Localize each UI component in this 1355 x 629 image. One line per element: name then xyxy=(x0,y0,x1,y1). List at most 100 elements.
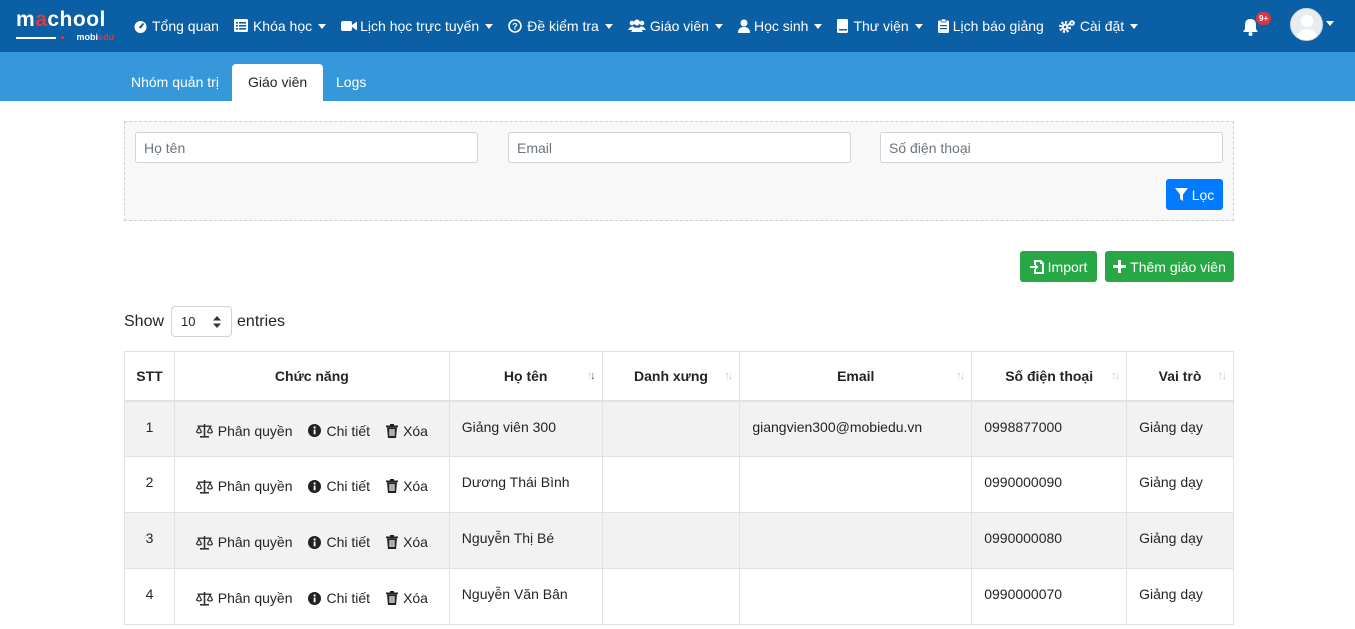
name-filter-input[interactable] xyxy=(135,132,478,163)
filter-button-label: Lọc xyxy=(1191,186,1215,203)
table-row: 2 Phân quyền Chi tiết Xóa Dương Thái Bìn… xyxy=(124,456,1234,513)
permission-label: Phân quyền xyxy=(217,590,293,606)
column-header-so-dien-thoai[interactable]: Số điện thoại ↑↓ xyxy=(971,351,1128,402)
cell-actions: Phân quyền Chi tiết Xóa xyxy=(173,400,450,457)
cell-stt: 3 xyxy=(124,512,175,569)
nav-item-thu-vien[interactable]: Thư viện xyxy=(837,18,923,34)
entries-select[interactable]: 10 xyxy=(171,306,233,337)
permission-button[interactable]: Phân quyền xyxy=(195,534,293,550)
delete-label: Xóa xyxy=(403,534,428,550)
detail-button[interactable]: Chi tiết xyxy=(308,478,370,494)
cell-title xyxy=(601,456,741,513)
column-header-vai-tro[interactable]: Vai trò ↑↓ xyxy=(1126,351,1234,402)
delete-button[interactable]: Xóa xyxy=(386,534,428,550)
cell-role: Giảng dạy xyxy=(1126,400,1234,457)
nav-item-tong-quan[interactable]: Tổng quan xyxy=(133,18,219,34)
add-teacher-button[interactable]: Thêm giáo viên xyxy=(1105,251,1234,282)
delete-button[interactable]: Xóa xyxy=(386,423,428,439)
logo[interactable]: machool mobiedu xyxy=(16,9,114,43)
cell-name: Dương Thái Bình xyxy=(448,456,603,513)
question-circle-icon: ? xyxy=(508,19,523,33)
delete-label: Xóa xyxy=(403,478,428,494)
info-circle-icon xyxy=(308,591,322,605)
table-header-row: STT Chức năng Họ tên ↑↓ Danh xưng ↑↓ Email… xyxy=(124,351,1234,402)
nav-label: Đề kiểm tra xyxy=(527,18,599,34)
cell-stt: 4 xyxy=(124,568,175,625)
cell-email xyxy=(739,456,973,513)
permission-button[interactable]: Phân quyền xyxy=(195,478,293,494)
list-icon xyxy=(233,19,249,33)
permission-button[interactable]: Phân quyền xyxy=(195,590,293,606)
clipboard-icon xyxy=(937,18,949,33)
balance-scale-icon xyxy=(195,535,213,550)
chevron-down-icon xyxy=(485,23,494,29)
nav-item-cai-dat[interactable]: Cài đặt xyxy=(1058,18,1139,34)
svg-text:?: ? xyxy=(512,22,518,32)
nav-item-lich-bao-giang[interactable]: Lịch báo giảng xyxy=(937,18,1044,34)
cell-role: Giảng dạy xyxy=(1126,568,1234,625)
permission-label: Phân quyền xyxy=(217,422,293,439)
chevron-down-icon xyxy=(604,23,613,29)
nav-item-hoc-sinh[interactable]: Học sinh xyxy=(737,18,823,34)
plus-icon xyxy=(1113,260,1127,273)
import-button-label: Import xyxy=(1047,258,1088,275)
cell-actions: Phân quyền Chi tiết Xóa xyxy=(173,568,450,625)
entries-length-control: Show 10 entries xyxy=(124,306,285,337)
sort-icon: ↑↓ xyxy=(724,370,733,382)
sort-icon: ↑↓ xyxy=(1218,370,1227,382)
permission-label: Phân quyền xyxy=(217,534,293,550)
delete-button[interactable]: Xóa xyxy=(386,478,428,494)
detail-label: Chi tiết xyxy=(326,534,371,550)
sort-icon: ↑↓ xyxy=(1111,370,1120,382)
cell-name: Nguyễn Thị Bé xyxy=(448,512,603,569)
trash-icon xyxy=(386,591,399,605)
cell-stt: 2 xyxy=(124,456,175,513)
cell-stt: 1 xyxy=(124,400,175,457)
nav-label: Giáo viên xyxy=(649,18,709,34)
tab-nhom-quan-tri[interactable]: Nhóm quản trị xyxy=(115,64,235,101)
cell-title xyxy=(601,512,741,569)
subnav-bar: Nhóm quản trị Giáo viên Logs xyxy=(0,52,1355,101)
avatar[interactable] xyxy=(1290,8,1323,41)
tab-giao-vien[interactable]: Giáo viên xyxy=(232,64,324,101)
detail-button[interactable]: Chi tiết xyxy=(308,534,370,550)
delete-button[interactable]: Xóa xyxy=(386,590,428,606)
nav-item-de-kiem-tra[interactable]: ? Đề kiểm tra xyxy=(508,18,613,34)
permission-label: Phân quyền xyxy=(217,478,293,494)
balance-scale-icon xyxy=(195,591,213,606)
sort-icon: ↑↓ xyxy=(586,370,596,382)
users-icon xyxy=(627,19,646,33)
detail-button[interactable]: Chi tiết xyxy=(308,590,370,606)
column-header-danh-xung[interactable]: Danh xưng ↑↓ xyxy=(601,351,741,402)
cogs-icon xyxy=(1058,19,1076,33)
top-navbar: machool mobiedu Tổng quan Khóa học Lịch … xyxy=(0,0,1355,52)
nav-item-giao-vien[interactable]: Giáo viên xyxy=(627,18,723,34)
cell-name: Giảng viên 300 xyxy=(448,400,603,457)
nav-label: Thư viện xyxy=(853,18,909,34)
dashboard-icon xyxy=(133,19,148,33)
column-header-chuc-nang: Chức năng xyxy=(173,351,450,402)
select-arrows-icon xyxy=(213,316,222,328)
tab-logs[interactable]: Logs xyxy=(320,64,382,101)
table-row: 3 Phân quyền Chi tiết Xóa Nguyễn Thị Bé … xyxy=(124,512,1234,569)
cell-actions: Phân quyền Chi tiết Xóa xyxy=(173,456,450,513)
column-header-ho-ten[interactable]: Họ tên ↑↓ xyxy=(448,351,603,402)
email-filter-input[interactable] xyxy=(508,132,851,163)
table-row: 1 Phân quyền Chi tiết Xóa Giảng viên 300… xyxy=(124,400,1234,457)
phone-filter-input[interactable] xyxy=(880,132,1223,163)
column-header-email[interactable]: Email ↑↓ xyxy=(739,351,973,402)
nav-label: Khóa học xyxy=(252,18,313,34)
cell-email xyxy=(739,512,973,569)
cell-phone: 0990000090 xyxy=(971,456,1128,513)
permission-button[interactable]: Phân quyền xyxy=(195,422,293,439)
chevron-down-icon[interactable] xyxy=(1326,21,1334,26)
detail-button[interactable]: Chi tiết xyxy=(308,423,370,439)
nav-item-khoa-hoc[interactable]: Khóa học xyxy=(233,18,327,34)
nav-label: Học sinh xyxy=(753,18,809,34)
import-button[interactable]: Import xyxy=(1020,251,1097,282)
video-icon xyxy=(341,19,358,33)
chevron-down-icon xyxy=(1130,23,1139,29)
filter-button[interactable]: Lọc xyxy=(1166,179,1223,210)
nav-item-lich-hoc[interactable]: Lịch học trực tuyến xyxy=(341,18,494,34)
import-icon xyxy=(1029,259,1044,274)
